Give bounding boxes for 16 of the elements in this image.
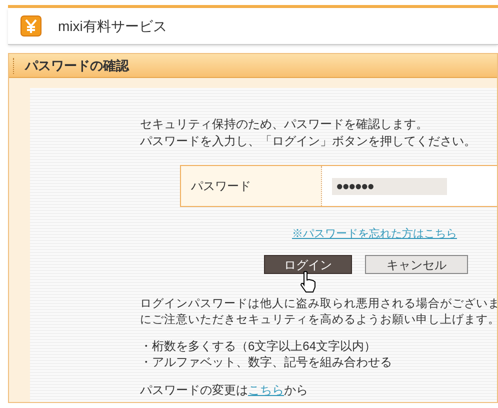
- cancel-button[interactable]: キャンセル: [365, 255, 468, 274]
- tip-text: ・アルファベット、数字、記号を組み合わせる: [140, 354, 392, 370]
- change-text: パスワードの変更は: [140, 383, 248, 397]
- tip-text: ・桁数を多くする（6文字以上64文字以内）: [140, 338, 376, 354]
- login-button[interactable]: ログイン: [264, 255, 352, 274]
- hand-cursor-icon: [300, 271, 316, 293]
- notice-text: ログインパスワードは他人に盗み取られ悪用される場合がございま: [140, 296, 497, 312]
- notice-text: にご注意いただきセキュリティを高めるようお願い申し上げます。: [140, 312, 497, 328]
- password-field[interactable]: ●●●●●●: [332, 178, 447, 194]
- section-title: パスワードの確認: [25, 56, 129, 75]
- page-title: mixi有料サービス: [58, 16, 167, 36]
- field-label: パスワード: [181, 166, 322, 206]
- yen-icon: [20, 15, 42, 37]
- change-text: から: [284, 383, 308, 397]
- instruction-text: セキュリティ保持のため、パスワードを確認します。: [140, 116, 428, 133]
- instruction-text: パスワードを入力し、「ログイン」ボタンを押してください。: [140, 133, 476, 150]
